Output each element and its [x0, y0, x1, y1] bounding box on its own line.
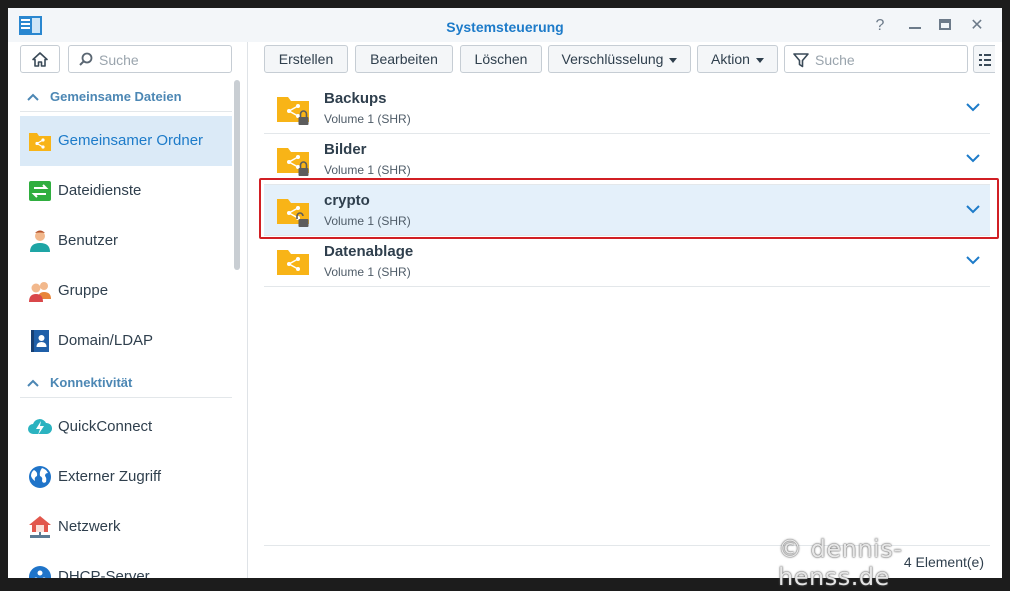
- file-services-icon: [29, 181, 51, 201]
- chevron-down-icon[interactable]: [966, 153, 980, 163]
- close-button[interactable]: ✕: [966, 15, 988, 37]
- home-button[interactable]: [20, 45, 60, 73]
- sidebar-search-input[interactable]: [99, 51, 225, 69]
- filter-search[interactable]: [784, 45, 968, 73]
- shared-folder-icon: [277, 250, 309, 275]
- sidebar-item-shared-folder[interactable]: Gemeinsamer Ordner: [20, 116, 232, 166]
- shared-folder-icon: [29, 133, 51, 151]
- group-icon: [29, 282, 51, 302]
- folder-name: Bilder: [324, 141, 367, 158]
- main-panel: Erstellen Bearbeiten Löschen Verschlüsse…: [249, 42, 1002, 578]
- chevron-up-icon: [27, 93, 39, 101]
- close-icon: ✕: [970, 17, 984, 34]
- title-bar[interactable]: Systemsteuerung ? ✕: [8, 8, 1002, 42]
- sidebar-item-dhcp-server[interactable]: DHCP-Server: [20, 552, 232, 578]
- list-item-datenablage[interactable]: Datenablage Volume 1 (SHR): [264, 236, 990, 287]
- sidebar-item-label: Externer Zugriff: [58, 468, 162, 485]
- dropdown-caret-icon: [669, 57, 678, 63]
- filter-search-input[interactable]: [815, 51, 963, 69]
- folder-volume: Volume 1 (SHR): [324, 214, 411, 228]
- sidebar-item-user[interactable]: Benutzer: [20, 216, 232, 266]
- globe-icon: [29, 466, 51, 488]
- sidebar-item-label: Gemeinsamer Ordner: [58, 132, 204, 149]
- chevron-up-icon: [27, 379, 39, 387]
- user-icon: [30, 230, 50, 252]
- section-connectivity[interactable]: Konnektivität: [20, 372, 232, 398]
- encryption-menu-button[interactable]: Verschlüsselung: [548, 45, 691, 73]
- view-options-button[interactable]: [973, 45, 995, 73]
- encryption-label: Verschlüsselung: [561, 51, 664, 67]
- sidebar-item-label: Gruppe: [58, 282, 109, 299]
- folder-volume: Volume 1 (SHR): [324, 112, 411, 126]
- edit-button[interactable]: Bearbeiten: [355, 45, 453, 73]
- sidebar-item-quickconnect[interactable]: QuickConnect: [20, 402, 232, 452]
- list-item-bilder[interactable]: Bilder Volume 1 (SHR): [264, 134, 990, 185]
- create-button[interactable]: Erstellen: [264, 45, 348, 73]
- list-item-crypto[interactable]: crypto Volume 1 (SHR): [264, 185, 990, 236]
- folder-name: Backups: [324, 90, 387, 107]
- shared-folder-locked-icon: [277, 97, 309, 125]
- chevron-down-icon[interactable]: [966, 255, 980, 265]
- help-button[interactable]: ?: [869, 15, 891, 37]
- sidebar-item-label: DHCP-Server: [58, 568, 150, 578]
- dhcp-server-icon: [29, 566, 51, 578]
- sidebar-search[interactable]: [68, 45, 232, 73]
- delete-button[interactable]: Löschen: [460, 45, 542, 73]
- control-panel-window: Systemsteuerung ? ✕ Gemeinsame Dateien: [8, 8, 1002, 578]
- window-title: Systemsteuerung: [446, 19, 564, 35]
- sidebar-item-label: Netzwerk: [58, 518, 121, 535]
- sidebar-scrollbar[interactable]: [234, 80, 240, 270]
- shared-folder-unlocked-icon: [277, 199, 309, 227]
- sidebar-item-group[interactable]: Gruppe: [20, 266, 232, 316]
- sidebar: Gemeinsame Dateien Gemeinsamer Ordner Da…: [8, 42, 248, 578]
- minimize-icon: [909, 27, 921, 29]
- sidebar-item-network[interactable]: Netzwerk: [20, 502, 232, 552]
- sidebar-item-domain-ldap[interactable]: Domain/LDAP: [20, 316, 232, 366]
- folder-volume: Volume 1 (SHR): [324, 265, 411, 279]
- section-label: Gemeinsame Dateien: [50, 89, 182, 104]
- filter-icon: [793, 53, 809, 68]
- folder-name: Datenablage: [324, 243, 414, 260]
- sidebar-item-label: Domain/LDAP: [58, 332, 154, 349]
- minimize-button[interactable]: [904, 15, 926, 37]
- folder-name: crypto: [324, 192, 370, 209]
- sidebar-item-label: Dateidienste: [58, 182, 142, 199]
- section-label: Konnektivität: [50, 375, 133, 390]
- action-label: Aktion: [711, 51, 750, 67]
- list-view-icon: [979, 54, 991, 66]
- shared-folder-list: Backups Volume 1 (SHR) Bilder Volume 1 (…: [264, 83, 990, 287]
- help-icon: ?: [875, 17, 885, 34]
- watermark: © dennis-henss.de: [778, 535, 903, 591]
- sidebar-item-label: QuickConnect: [58, 418, 153, 435]
- list-item-backups[interactable]: Backups Volume 1 (SHR): [264, 83, 990, 134]
- chevron-down-icon[interactable]: [966, 204, 980, 214]
- sidebar-item-file-services[interactable]: Dateidienste: [20, 166, 232, 216]
- home-icon: [32, 51, 48, 67]
- shared-folder-locked-icon: [277, 148, 309, 176]
- maximize-button[interactable]: [934, 15, 956, 37]
- dropdown-caret-icon: [755, 57, 764, 63]
- action-menu-button[interactable]: Aktion: [697, 45, 778, 73]
- maximize-icon: [939, 19, 951, 30]
- chevron-down-icon[interactable]: [966, 102, 980, 112]
- domain-ldap-icon: [31, 330, 49, 352]
- section-shared-files[interactable]: Gemeinsame Dateien: [20, 86, 232, 112]
- sidebar-item-external-access[interactable]: Externer Zugriff: [20, 452, 232, 502]
- folder-volume: Volume 1 (SHR): [324, 163, 411, 177]
- search-icon: [79, 52, 93, 66]
- network-icon: [29, 516, 51, 538]
- sidebar-item-label: Benutzer: [58, 232, 119, 249]
- quickconnect-icon: [28, 419, 52, 435]
